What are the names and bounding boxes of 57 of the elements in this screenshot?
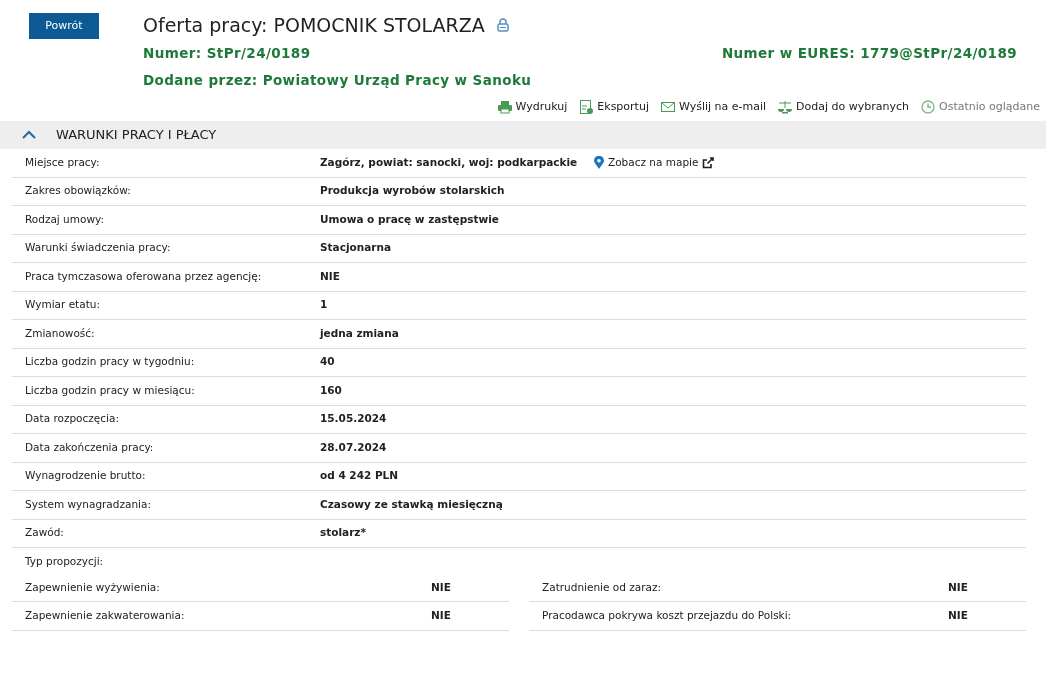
back-button[interactable]: Powrót bbox=[29, 13, 99, 39]
field-value: Czasowy ze stawką miesięczną bbox=[320, 496, 504, 512]
field-value: 15.05.2024 bbox=[320, 411, 388, 427]
field-label: Data rozpoczęcia: bbox=[24, 411, 120, 427]
field-value: Umowa o pracę w zastępstwie bbox=[320, 211, 500, 227]
section-header[interactable]: WARUNKI PRACY I PŁACY bbox=[0, 121, 1046, 149]
offer-number: Numer: StPr/24/0189 bbox=[143, 44, 311, 63]
field-label: Liczba godzin pracy w tygodniu: bbox=[24, 354, 196, 370]
envelope-icon bbox=[660, 99, 675, 114]
field-value: 40 bbox=[320, 354, 336, 370]
field-value: NIE bbox=[948, 579, 969, 595]
field-label: Wymiar etatu: bbox=[24, 297, 101, 313]
toolbar-link[interactable]: Wyślij na e-mail bbox=[660, 98, 767, 115]
toolbar-link[interactable]: Dodaj do wybranych bbox=[778, 98, 909, 115]
field-value: NIE bbox=[431, 608, 452, 624]
field-value: Stacjonarna bbox=[320, 240, 392, 256]
printer-icon bbox=[497, 99, 512, 114]
added-by: Dodane przez: Powiatowy Urząd Pracy w Sanoku bbox=[143, 71, 533, 91]
field-value: NIE bbox=[320, 268, 341, 284]
scales-icon bbox=[778, 99, 793, 114]
clock-icon bbox=[921, 99, 935, 114]
field-value: NIE bbox=[948, 608, 969, 624]
field-value: 160 bbox=[320, 382, 343, 398]
field-label: System wynagradzania: bbox=[24, 496, 152, 512]
field-label: Zapewnienie zakwaterowania: bbox=[24, 608, 186, 624]
field-value: Zagórz, powiat: sanocki, woj: podkarpackie bbox=[320, 154, 579, 170]
chevron-up-icon bbox=[22, 130, 36, 140]
field-label: Miejsce pracy: bbox=[24, 154, 101, 170]
field-label: Zapewnienie wyżywienia: bbox=[24, 579, 161, 595]
eures-number: Numer w EURES: 1779@StPr/24/0189 bbox=[721, 44, 1017, 63]
field-label: Rodzaj umowy: bbox=[24, 211, 105, 227]
field-label: Pracodawca pokrywa koszt przejazdu do Polski: bbox=[541, 608, 793, 624]
field-label: Zakres obowiązków: bbox=[24, 183, 132, 199]
toolbar-link[interactable]: Wydrukuj bbox=[497, 98, 568, 115]
field-value: 1 bbox=[320, 297, 329, 313]
external-link-icon bbox=[702, 156, 715, 169]
field-label: Typ propozycji: bbox=[24, 554, 105, 569]
toolbar-link[interactable]: Eksportuj bbox=[579, 98, 649, 115]
field-label: Praca tymczasowa oferowana przez agencję: bbox=[24, 268, 263, 284]
field-value: NIE bbox=[431, 579, 452, 595]
field-label: Data zakończenia pracy: bbox=[24, 439, 155, 455]
map-pin-icon bbox=[594, 156, 604, 170]
field-label: Zawód: bbox=[24, 525, 65, 541]
page-title: Oferta pracy: POMOCNIK STOLARZA bbox=[143, 13, 485, 38]
lock-icon bbox=[496, 18, 509, 32]
field-label: Wynagrodzenie brutto: bbox=[24, 468, 147, 484]
field-value: jedna zmiana bbox=[320, 325, 400, 341]
field-label: Zatrudnienie od zaraz: bbox=[541, 579, 662, 595]
field-value: Produkcja wyrobów stolarskich bbox=[320, 183, 506, 199]
map-link[interactable]: Zobacz na mapie bbox=[594, 154, 715, 171]
field-label: Warunki świadczenia pracy: bbox=[24, 240, 172, 256]
field-label: Zmianowość: bbox=[24, 325, 96, 341]
field-value: stolarz* bbox=[320, 525, 367, 541]
pdf-file-icon bbox=[579, 99, 594, 114]
field-value: od 4 242 PLN bbox=[320, 468, 400, 484]
field-label: Liczba godzin pracy w miesiącu: bbox=[24, 382, 196, 398]
field-value: 28.07.2024 bbox=[320, 439, 388, 455]
